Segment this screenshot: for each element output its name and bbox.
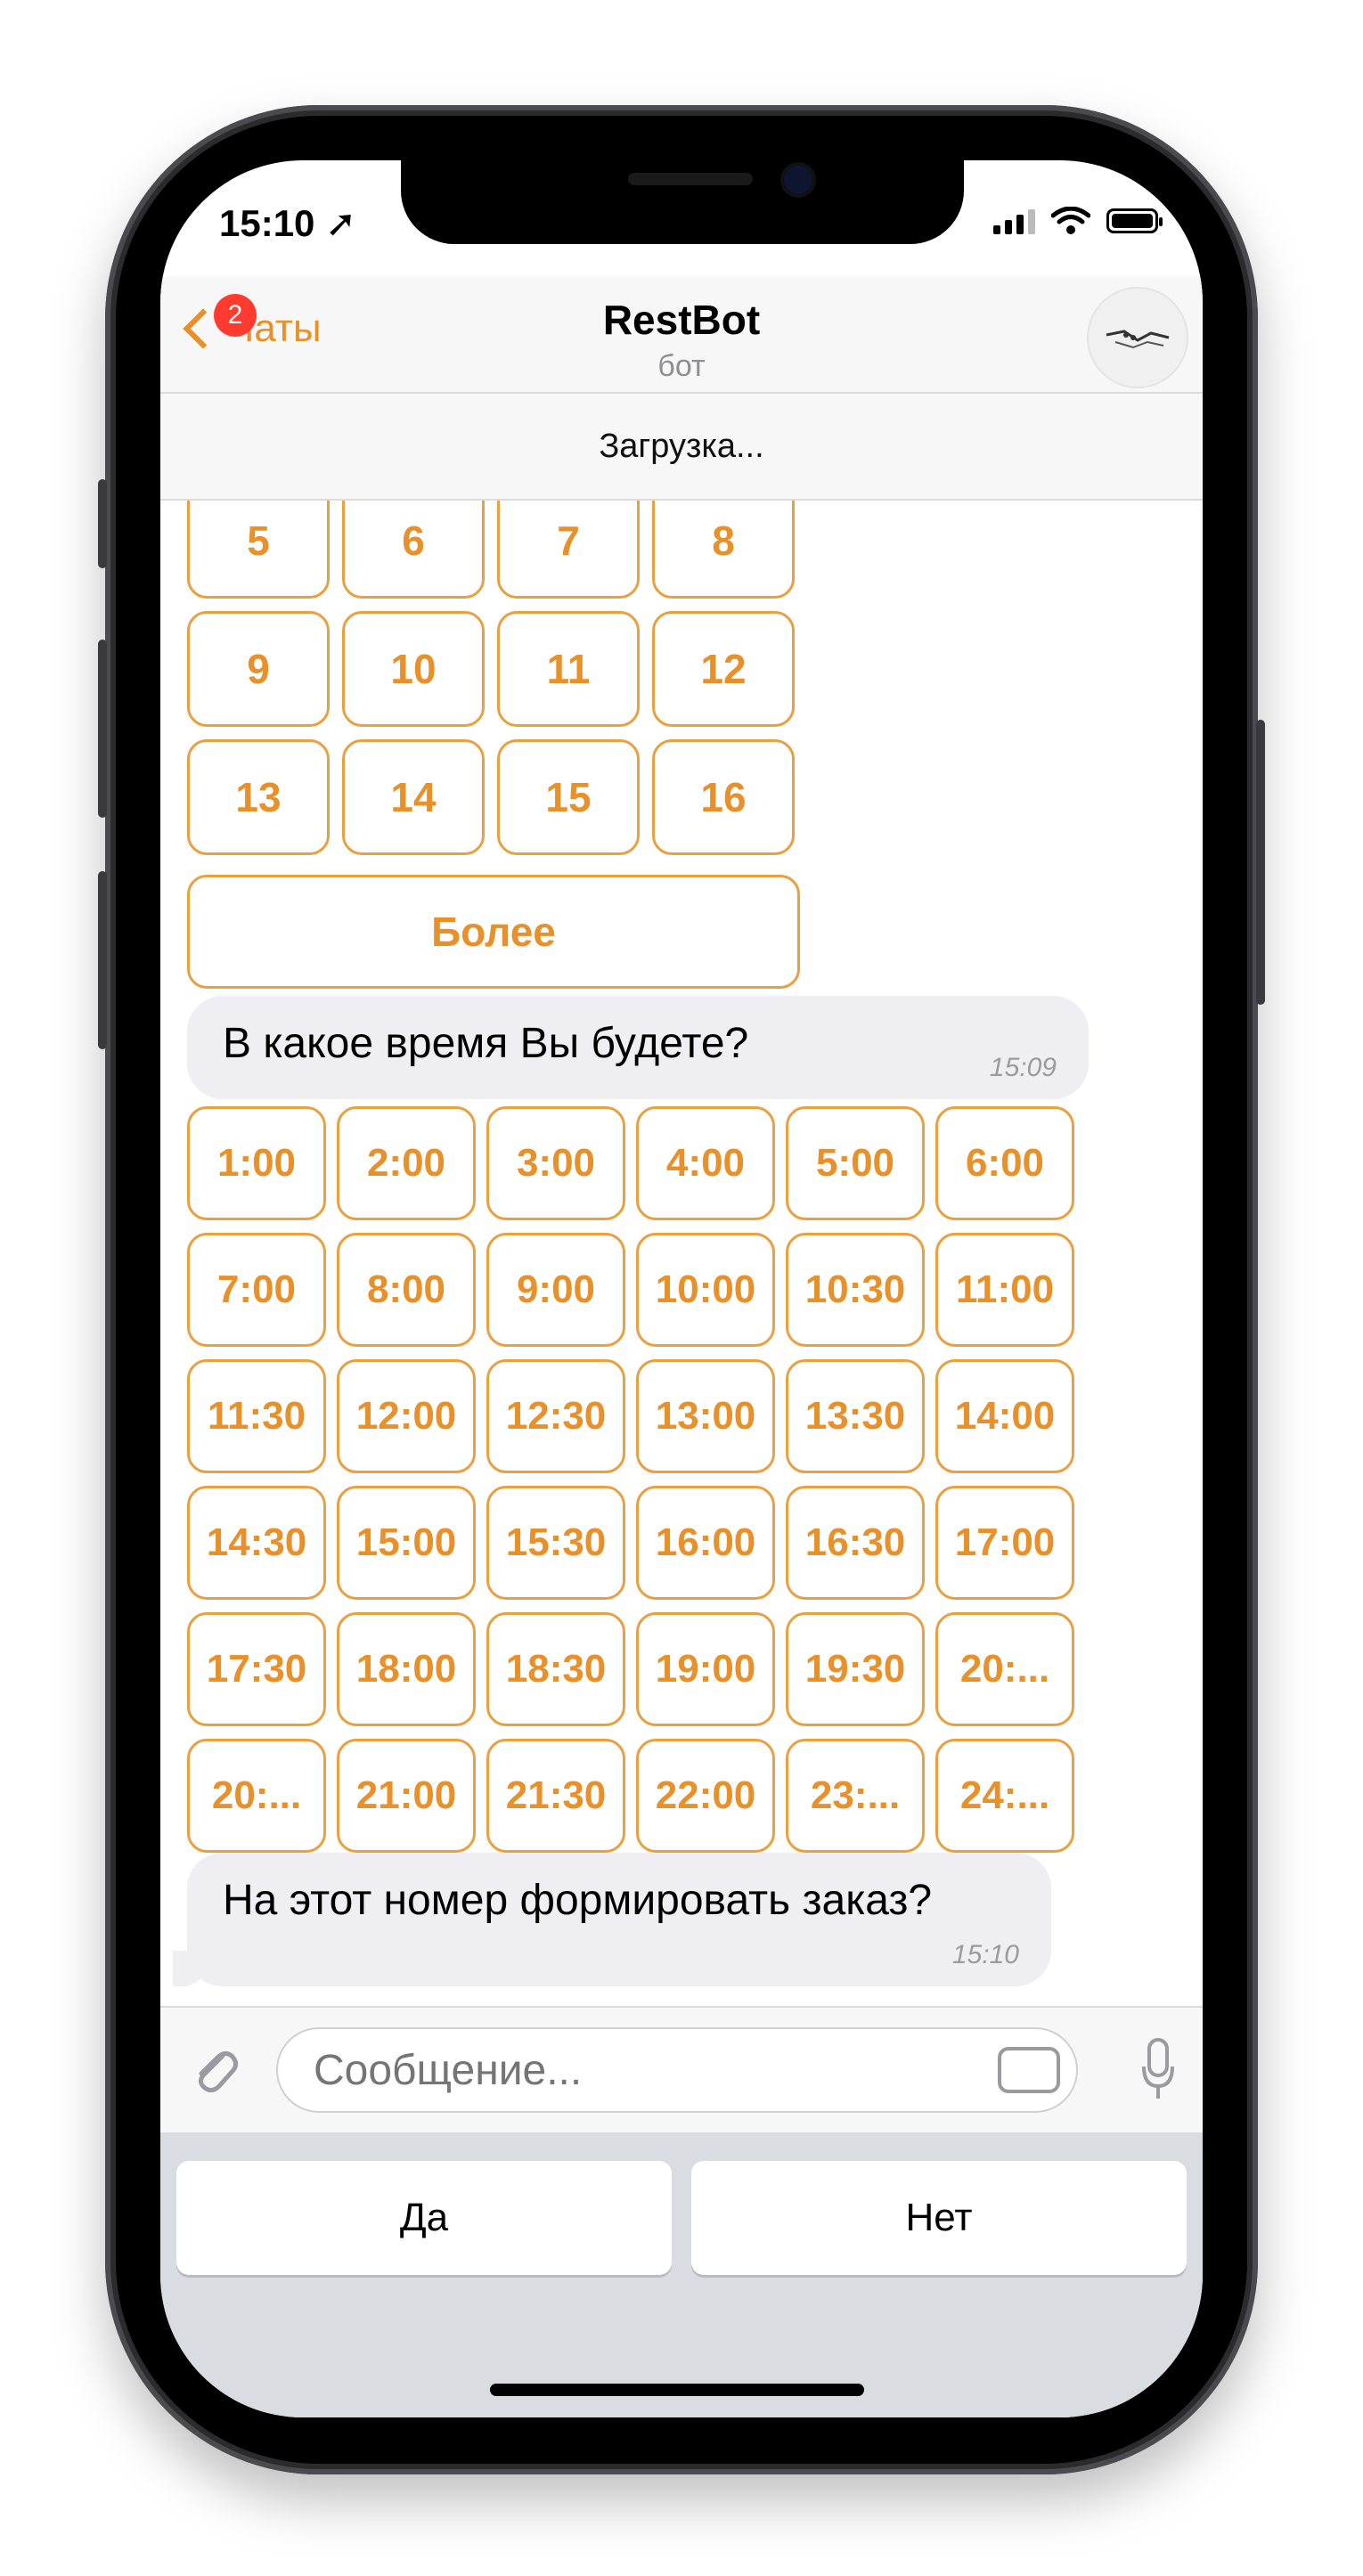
keyboard-button[interactable]: 6 (342, 501, 485, 599)
bot-avatar[interactable] (1087, 287, 1188, 388)
message-text: На этот номер формировать заказ? (223, 1877, 933, 1924)
time-button[interactable]: 16:00 (636, 1486, 775, 1600)
chat-area[interactable]: 5 6 7 8 9 10 11 12 13 14 15 16 Более В к… (160, 501, 1203, 2006)
time-button[interactable]: 1:00 (187, 1106, 326, 1220)
time-button[interactable]: 20:... (187, 1739, 326, 1853)
chat-title: RestBot (602, 297, 761, 343)
time-button[interactable]: 4:00 (636, 1106, 775, 1220)
time-button[interactable]: 16:30 (786, 1486, 925, 1600)
attachment-icon[interactable] (187, 2043, 241, 2097)
keyboard-button[interactable]: 5 (187, 501, 330, 599)
time-button[interactable]: 18:30 (486, 1612, 625, 1726)
more-button[interactable]: Более (187, 875, 800, 989)
handshake-icon (1106, 330, 1170, 349)
time-button[interactable]: 23:... (786, 1739, 925, 1853)
message-time: 15:10 (951, 1940, 1019, 1969)
keyboard-button[interactable]: 11 (497, 611, 640, 727)
time-button[interactable]: 7:00 (187, 1233, 326, 1347)
cellular-signal-icon (993, 208, 1035, 234)
location-icon: ➚ (325, 202, 357, 244)
keyboard-button[interactable]: 14 (342, 739, 485, 855)
time-button[interactable]: 3:00 (486, 1106, 625, 1220)
volume-down-button (98, 871, 107, 1049)
time-button[interactable]: 11:00 (935, 1233, 1074, 1347)
time-button[interactable]: 11:30 (187, 1359, 326, 1473)
speaker (628, 173, 753, 185)
time-button[interactable]: 21:00 (337, 1739, 476, 1853)
time-button[interactable]: 12:30 (486, 1359, 625, 1473)
reply-keyboard: Да Нет (160, 2132, 1203, 2417)
battery-icon (1106, 208, 1163, 233)
time-button[interactable]: 22:00 (636, 1739, 775, 1853)
keyboard-button[interactable]: 13 (187, 739, 330, 855)
chat-subtitle: бот (657, 349, 706, 383)
message-input[interactable] (276, 2027, 1078, 2113)
time-button[interactable]: 12:00 (337, 1359, 476, 1473)
keyboard-button[interactable]: 15 (497, 739, 640, 855)
time-button[interactable]: 13:30 (786, 1359, 925, 1473)
message-composer (160, 2006, 1203, 2132)
time-button[interactable]: 15:30 (486, 1486, 625, 1600)
wifi-icon (1051, 207, 1090, 234)
time-keyboard: 1:00 2:00 3:00 4:00 5:00 6:00 7:00 8:00 … (187, 1106, 1074, 1853)
time-button[interactable]: 6:00 (935, 1106, 1074, 1220)
time-button[interactable]: 5:00 (786, 1106, 925, 1220)
number-keyboard: 5 6 7 8 9 10 11 12 13 14 15 16 (187, 501, 795, 855)
time-button[interactable]: 8:00 (337, 1233, 476, 1347)
keyboard-button[interactable]: 8 (652, 501, 795, 599)
keyboard-button[interactable]: 10 (342, 611, 485, 727)
time-button[interactable]: 14:00 (935, 1359, 1074, 1473)
power-button (1256, 720, 1265, 1005)
time-button[interactable]: 14:30 (187, 1486, 326, 1600)
time-button[interactable]: 18:00 (337, 1612, 476, 1726)
keyboard-icon[interactable] (998, 2047, 1060, 2093)
keyboard-button[interactable]: 9 (187, 611, 330, 727)
message-bubble: На этот номер формировать заказ? 15:10 (173, 1853, 1051, 1986)
time-button[interactable]: 17:30 (187, 1612, 326, 1726)
yes-button[interactable]: Да (176, 2161, 672, 2275)
notch (401, 160, 964, 244)
time-button[interactable]: 19:30 (786, 1612, 925, 1726)
time-button[interactable]: 20:... (935, 1612, 1074, 1726)
status-time: 15:10 ➚ (219, 202, 357, 244)
time-button[interactable]: 19:00 (636, 1612, 775, 1726)
time-button[interactable]: 15:00 (337, 1486, 476, 1600)
keyboard-button[interactable]: 16 (652, 739, 795, 855)
time-button[interactable]: 10:00 (636, 1233, 775, 1347)
message-time: 15:09 (989, 1053, 1057, 1082)
time-button[interactable]: 10:30 (786, 1233, 925, 1347)
screen: 15:10 ➚ Чаты 2 RestBot бот Загрузка... 5… (160, 160, 1203, 2417)
no-button[interactable]: Нет (691, 2161, 1187, 2275)
navbar: Чаты 2 RestBot бот (160, 276, 1203, 394)
keyboard-button[interactable]: 7 (497, 501, 640, 599)
volume-up-button (98, 640, 107, 818)
microphone-icon[interactable] (1140, 2038, 1176, 2102)
message-bubble: В какое время Вы будете? 15:09 (187, 996, 1089, 1099)
silent-switch (98, 479, 107, 568)
status-icons (993, 207, 1163, 235)
loading-bar: Загрузка... (160, 394, 1203, 501)
time-button[interactable]: 21:30 (486, 1739, 625, 1853)
keyboard-button[interactable]: 12 (652, 611, 795, 727)
time-button[interactable]: 13:00 (636, 1359, 775, 1473)
time-button[interactable]: 9:00 (486, 1233, 625, 1347)
camera (784, 166, 812, 194)
message-text: В какое время Вы будете? (223, 1020, 749, 1067)
time-button[interactable]: 2:00 (337, 1106, 476, 1220)
home-indicator (490, 2384, 864, 2396)
time-button[interactable]: 17:00 (935, 1486, 1074, 1600)
time-button[interactable]: 24:... (935, 1739, 1074, 1853)
